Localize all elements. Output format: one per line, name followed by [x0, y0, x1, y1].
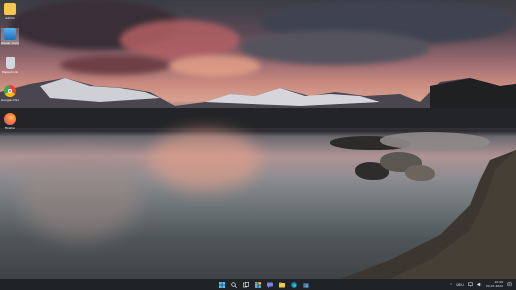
- shore-rock: [380, 132, 490, 150]
- edge-icon[interactable]: [290, 281, 298, 289]
- file-explorer-icon[interactable]: [278, 281, 286, 289]
- desktop-icon-label: Dieser Computer: [1, 41, 19, 45]
- pebble-beach: [340, 150, 516, 279]
- desktop-icon-chrome[interactable]: Google Chrome: [1, 85, 19, 102]
- store-icon[interactable]: [302, 281, 310, 289]
- tray-overflow-chevron-icon[interactable]: ^: [449, 283, 452, 287]
- desktop-wallpaper: Admin Dieser Computer Papierkorb Google …: [0, 0, 516, 279]
- taskbar: ^ DEU 10:49 04.07.2022: [0, 279, 516, 290]
- water-reflection: [20, 150, 140, 240]
- tree-line: [0, 108, 516, 128]
- desktop-icon-label: Google Chrome: [1, 98, 19, 102]
- notification-icon[interactable]: [507, 282, 512, 287]
- system-tray: ^ DEU 10:49 04.07.2022: [449, 279, 512, 290]
- computer-icon: [4, 28, 16, 40]
- keyboard-language[interactable]: DEU: [456, 283, 463, 287]
- chat-icon[interactable]: [266, 281, 274, 289]
- volume-icon[interactable]: [477, 282, 482, 287]
- recycle-bin-icon: [5, 57, 15, 69]
- clock-date: 04.07.2022: [485, 283, 503, 288]
- search-icon[interactable]: [230, 281, 238, 289]
- desktop-icon-label: Admin: [5, 16, 15, 20]
- widgets-icon[interactable]: [254, 281, 262, 289]
- desktop-icon-label: Papierkorb: [2, 70, 18, 74]
- wallpaper-cloud: [240, 30, 430, 65]
- desktop-icon-admin[interactable]: Admin: [1, 3, 19, 20]
- desktop-icon-recycle-bin[interactable]: Papierkorb: [1, 57, 19, 74]
- windows-start-icon[interactable]: [218, 281, 226, 289]
- water-reflection: [150, 130, 260, 190]
- chrome-icon: [4, 85, 16, 97]
- desktop-icon-label: Firefox: [5, 126, 15, 130]
- firefox-icon: [4, 113, 16, 125]
- taskbar-pinned-apps: [218, 279, 310, 290]
- desktop-icon-this-pc[interactable]: Dieser Computer: [1, 28, 19, 45]
- taskbar-clock[interactable]: 10:49 04.07.2022: [485, 280, 503, 288]
- desktop-icon-firefox[interactable]: Firefox: [1, 113, 19, 130]
- folder-icon: [4, 3, 16, 15]
- wallpaper-cloud: [120, 20, 240, 60]
- task-view-icon[interactable]: [242, 281, 250, 289]
- network-icon[interactable]: [467, 282, 473, 287]
